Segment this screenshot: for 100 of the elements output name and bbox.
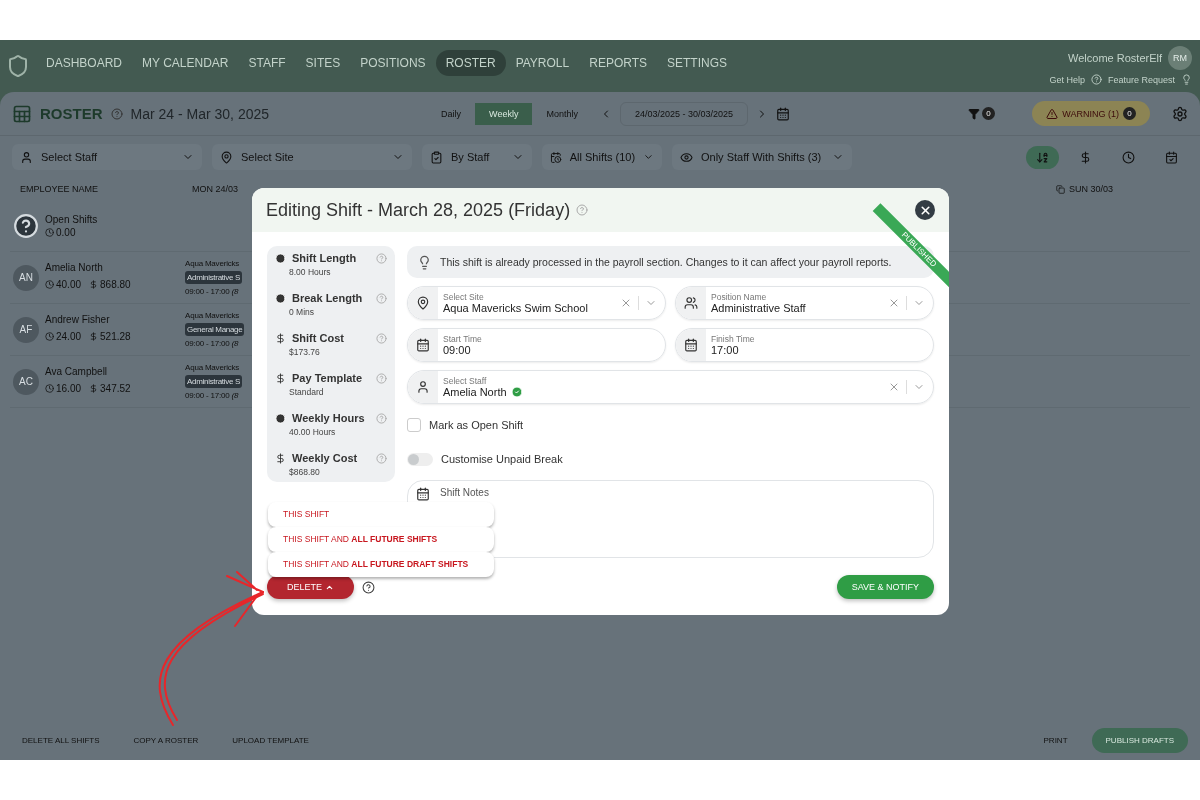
feature-request-link[interactable]: Feature Request	[1107, 74, 1175, 85]
shift-site: Aqua Mavericks	[185, 363, 240, 372]
nav-tab[interactable]: ROSTER	[435, 50, 506, 76]
help-icon	[376, 372, 387, 384]
delete-option[interactable]: THIS SHIFT AND ALL FUTURE DRAFT SHIFTS	[268, 552, 494, 577]
help-link[interactable]: Get Help	[1049, 74, 1085, 85]
warning-icon	[1046, 107, 1059, 120]
employee-avatar: AF	[13, 316, 39, 343]
employee-avatar: AC	[13, 368, 39, 395]
help-icon	[376, 292, 387, 304]
field-label: Start Time	[443, 334, 483, 344]
employee-name: Open Shifts	[45, 213, 98, 225]
delete-button[interactable]: DELETE	[267, 575, 354, 599]
column-header: MON 24/03	[192, 184, 239, 194]
cost-stat: 521.28	[100, 331, 131, 342]
copy-icon[interactable]	[1056, 184, 1065, 194]
map-pin-icon	[220, 150, 233, 164]
field-label: Finish Time	[711, 334, 756, 344]
site-select[interactable]: Select Site	[212, 144, 412, 170]
lightbulb-icon	[417, 254, 432, 270]
clear-icon[interactable]	[888, 297, 900, 309]
nav-tab[interactable]: DASHBOARD	[36, 50, 132, 76]
date-range-field[interactable]: 24/03/2025 - 30/03/2025	[619, 101, 748, 126]
calendar-icon	[684, 338, 698, 352]
column-header: EMPLOYEE NAME	[20, 184, 99, 194]
staff-select[interactable]: Select Staff	[12, 144, 202, 170]
employee-avatar: AN	[13, 264, 39, 291]
delete-option[interactable]: THIS SHIFT AND ALL FUTURE SHIFTS	[268, 527, 494, 552]
dollar-icon	[89, 280, 99, 289]
help-icon	[376, 332, 387, 344]
dollar-icon	[89, 384, 99, 393]
hours-stat: 24.00	[56, 331, 82, 342]
help-icon	[376, 412, 387, 424]
clipboard-icon	[430, 150, 443, 164]
open-shift-checkbox[interactable]	[407, 418, 421, 432]
calendar-icon	[416, 487, 430, 501]
employee-name: Amelia North	[45, 262, 104, 273]
summary-label: Pay Template	[292, 372, 363, 384]
nav-tab[interactable]: MY CALENDAR	[132, 50, 239, 76]
person-icon	[20, 150, 33, 164]
summary-value: 40.00 Hours	[289, 427, 337, 437]
group-select[interactable]: By Staff	[422, 144, 532, 170]
summary-value: 0 Mins	[289, 307, 316, 317]
nav-tab[interactable]: REPORTS	[579, 50, 657, 76]
help-icon	[1090, 74, 1102, 85]
visibility-select[interactable]: Only Staff With Shifts (3)	[672, 144, 852, 170]
print-button[interactable]: PRINT	[1033, 729, 1078, 751]
shift-position-tag: Administrative S	[185, 271, 242, 284]
footer-button[interactable]: UPLOAD TEMPLATE	[222, 729, 319, 751]
summary-value: $173.76	[289, 347, 321, 357]
help-icon	[362, 580, 375, 594]
close-icon	[918, 203, 932, 217]
nav-tab[interactable]: POSITIONS	[350, 50, 436, 76]
calendar-icon	[1165, 150, 1178, 164]
unpaid-break-switch[interactable]	[407, 452, 433, 466]
cost-stat: 347.52	[100, 383, 131, 394]
summary-label: Shift Cost	[292, 332, 344, 344]
delete-option[interactable]: THIS SHIFT	[268, 502, 494, 527]
publish-button[interactable]: PUBLISH DRAFTS	[1091, 727, 1188, 753]
field-label: Select Site	[443, 292, 485, 302]
nav-tab[interactable]: PAYROLL	[505, 50, 580, 76]
welcome-text: Welcome RosterElf	[1068, 52, 1162, 64]
sort-icon	[1036, 150, 1049, 164]
warning-count: 0	[1123, 107, 1136, 120]
employee-name: Ava Campbell	[45, 366, 109, 377]
save-notify-button[interactable]: SAVE & NOTIFY	[836, 575, 934, 599]
view-tab[interactable]: Monthly	[532, 102, 592, 125]
view-tab[interactable]: Weekly	[475, 102, 533, 125]
user-avatar[interactable]: RM	[1168, 46, 1192, 70]
field-label: Select Staff	[443, 376, 488, 386]
clear-icon[interactable]	[888, 381, 900, 393]
warning-button[interactable]: WARNING (1) 0	[1032, 101, 1150, 126]
dialog-title: Editing Shift - March 28, 2025 (Friday)	[266, 199, 571, 221]
close-button[interactable]	[915, 200, 935, 220]
calendar-icon	[416, 338, 430, 352]
summary-label: Break Length	[292, 292, 363, 304]
view-tab[interactable]: Daily	[427, 102, 476, 125]
field-value: Aqua Mavericks Swim School	[443, 302, 588, 314]
settings-icon[interactable]	[1172, 105, 1188, 122]
employee-name: Andrew Fisher	[45, 314, 111, 325]
sort-button[interactable]	[1026, 145, 1059, 169]
field-label: Position Name	[711, 292, 768, 302]
roster-icon	[12, 103, 32, 124]
dollar-icon	[275, 332, 286, 344]
shifts-select[interactable]: All Shifts (10)	[542, 144, 662, 170]
footer-button[interactable]: DELETE ALL SHIFTS	[12, 729, 110, 751]
footer-button[interactable]: COPY A ROSTER	[123, 729, 209, 751]
calendar-icon[interactable]	[776, 106, 790, 121]
page-title: ROSTER	[40, 105, 103, 122]
filter-button[interactable]: 0	[958, 102, 1005, 125]
help-icon	[576, 204, 589, 216]
nav-tab[interactable]: SITES	[295, 50, 351, 76]
nav-tab[interactable]: SETTINGS	[657, 50, 738, 76]
calendar-clock-icon	[550, 150, 562, 164]
hours-stat: 16.00	[56, 383, 82, 394]
shift-time: 09:00 - 17:00 (8	[185, 287, 239, 296]
dollar-icon	[1079, 150, 1092, 164]
field-value: 17:00	[711, 344, 739, 356]
nav-tab[interactable]: STAFF	[238, 50, 296, 76]
clear-icon[interactable]	[620, 297, 632, 309]
